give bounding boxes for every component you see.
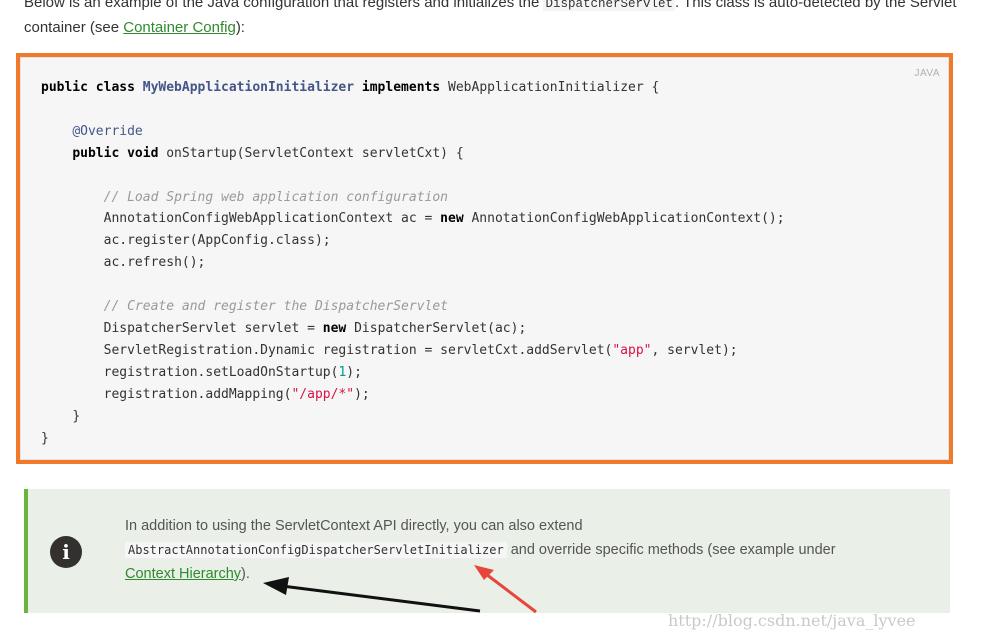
annotation-arrows [263, 565, 537, 614]
red-arrow-icon [474, 565, 537, 614]
watermark: http://blog.csdn.net/java_lyvee [668, 611, 916, 630]
black-arrow-icon [263, 577, 481, 613]
